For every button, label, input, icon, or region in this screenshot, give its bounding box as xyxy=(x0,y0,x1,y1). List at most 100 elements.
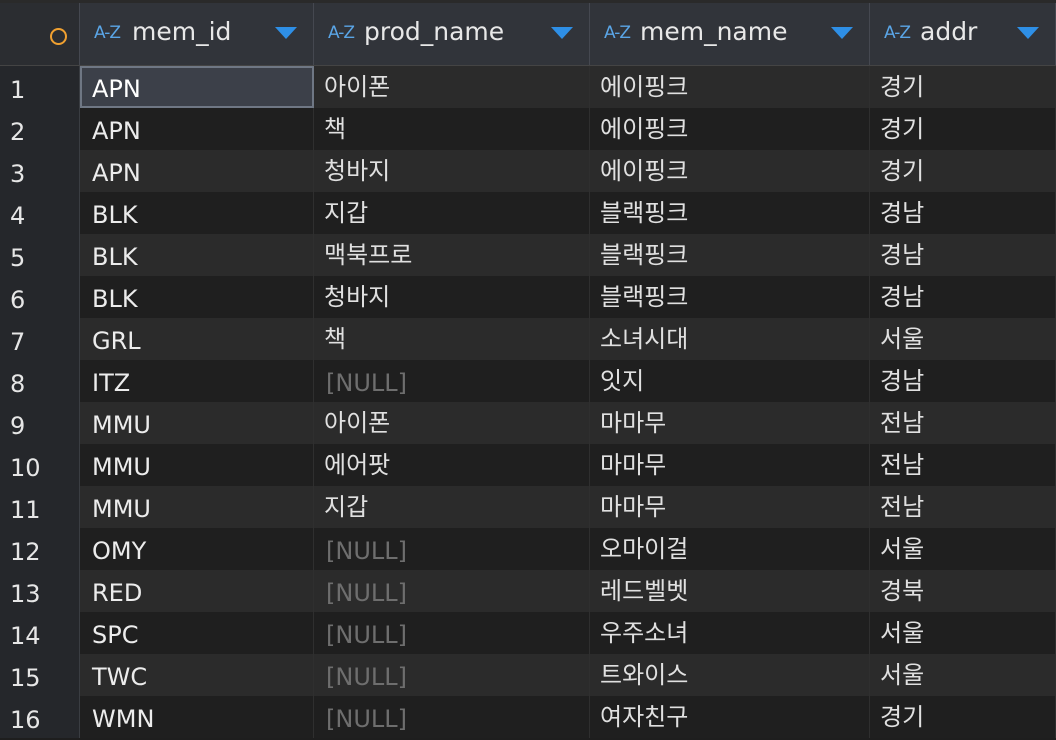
prod-name-cell[interactable]: [NULL] xyxy=(314,360,590,402)
mem-name-cell[interactable]: 오마이걸 xyxy=(590,528,870,570)
prod-name-cell[interactable]: 책 xyxy=(314,108,590,150)
row-number-cell[interactable]: 10 xyxy=(0,444,80,486)
prod-name-cell[interactable]: 아이폰 xyxy=(314,66,590,108)
addr-cell[interactable]: 경남 xyxy=(870,234,1056,276)
mem-name-cell[interactable]: 여자친구 xyxy=(590,696,870,738)
prod-name-cell[interactable]: 맥북프로 xyxy=(314,234,590,276)
addr-cell[interactable]: 경기 xyxy=(870,108,1056,150)
mem-name-cell[interactable]: 마마무 xyxy=(590,486,870,528)
addr-cell[interactable]: 경기 xyxy=(870,696,1056,738)
row-number-cell[interactable]: 14 xyxy=(0,612,80,654)
select-all-circle-icon[interactable] xyxy=(50,28,67,45)
row-number-cell[interactable]: 11 xyxy=(0,486,80,528)
mem-id-cell[interactable]: MMU xyxy=(80,444,314,486)
mem-name-cell[interactable]: 블랙핑크 xyxy=(590,276,870,318)
prod-name-cell[interactable]: 책 xyxy=(314,318,590,360)
mem-id-cell[interactable]: RED xyxy=(80,570,314,612)
mem-id-cell[interactable]: WMN xyxy=(80,696,314,738)
prod-name-cell[interactable]: [NULL] xyxy=(314,528,590,570)
addr-cell[interactable]: 경기 xyxy=(870,66,1056,108)
caret-down-icon[interactable] xyxy=(1017,27,1039,39)
table-row[interactable]: 16 WMN [NULL] 여자친구 경기 xyxy=(0,696,1056,738)
prod-name-cell[interactable]: 에어팟 xyxy=(314,444,590,486)
mem-id-cell[interactable]: MMU xyxy=(80,486,314,528)
prod-name-cell[interactable]: 지갑 xyxy=(314,486,590,528)
mem-id-cell[interactable]: APN xyxy=(80,66,314,108)
caret-down-icon[interactable] xyxy=(275,27,297,39)
row-number-cell[interactable]: 3 xyxy=(0,150,80,192)
addr-cell[interactable]: 경남 xyxy=(870,360,1056,402)
table-row[interactable]: 11 MMU 지갑 마마무 전남 xyxy=(0,486,1056,528)
mem-name-cell[interactable]: 에이핑크 xyxy=(590,150,870,192)
row-number-cell[interactable]: 5 xyxy=(0,234,80,276)
mem-id-cell[interactable]: APN xyxy=(80,150,314,192)
table-row[interactable]: 14 SPC [NULL] 우주소녀 서울 xyxy=(0,612,1056,654)
addr-cell[interactable]: 서울 xyxy=(870,654,1056,696)
select-all-header[interactable] xyxy=(0,3,80,65)
mem-id-cell[interactable]: OMY xyxy=(80,528,314,570)
caret-down-icon[interactable] xyxy=(831,27,853,39)
mem-name-cell[interactable]: 블랙핑크 xyxy=(590,192,870,234)
mem-id-cell[interactable]: BLK xyxy=(80,276,314,318)
addr-cell[interactable]: 서울 xyxy=(870,612,1056,654)
table-row[interactable]: 8 ITZ [NULL] 잇지 경남 xyxy=(0,360,1056,402)
table-row[interactable]: 7 GRL 책 소녀시대 서울 xyxy=(0,318,1056,360)
addr-cell[interactable]: 경기 xyxy=(870,150,1056,192)
row-number-cell[interactable]: 4 xyxy=(0,192,80,234)
mem-id-cell[interactable]: TWC xyxy=(80,654,314,696)
mem-id-cell[interactable]: SPC xyxy=(80,612,314,654)
addr-cell[interactable]: 경남 xyxy=(870,192,1056,234)
mem-id-cell[interactable]: BLK xyxy=(80,234,314,276)
row-number-cell[interactable]: 9 xyxy=(0,402,80,444)
mem-name-cell[interactable]: 마마무 xyxy=(590,402,870,444)
row-number-cell[interactable]: 13 xyxy=(0,570,80,612)
table-row[interactable]: 10 MMU 에어팟 마마무 전남 xyxy=(0,444,1056,486)
prod-name-cell[interactable]: 청바지 xyxy=(314,150,590,192)
prod-name-cell[interactable]: 지갑 xyxy=(314,192,590,234)
addr-cell[interactable]: 경남 xyxy=(870,276,1056,318)
column-header-mem-id[interactable]: A-Z mem_id xyxy=(80,3,314,65)
row-number-cell[interactable]: 6 xyxy=(0,276,80,318)
row-number-cell[interactable]: 8 xyxy=(0,360,80,402)
mem-name-cell[interactable]: 마마무 xyxy=(590,444,870,486)
mem-id-cell[interactable]: APN xyxy=(80,108,314,150)
addr-cell[interactable]: 경북 xyxy=(870,570,1056,612)
mem-id-cell[interactable]: MMU xyxy=(80,402,314,444)
mem-id-cell[interactable]: ITZ xyxy=(80,360,314,402)
table-row[interactable]: 13 RED [NULL] 레드벨벳 경북 xyxy=(0,570,1056,612)
prod-name-cell[interactable]: [NULL] xyxy=(314,612,590,654)
row-number-cell[interactable]: 1 xyxy=(0,66,80,108)
addr-cell[interactable]: 서울 xyxy=(870,528,1056,570)
row-number-cell[interactable]: 2 xyxy=(0,108,80,150)
prod-name-cell[interactable]: [NULL] xyxy=(314,654,590,696)
column-header-addr[interactable]: A-Z addr xyxy=(870,3,1056,65)
column-header-mem-name[interactable]: A-Z mem_name xyxy=(590,3,870,65)
caret-down-icon[interactable] xyxy=(551,27,573,39)
mem-name-cell[interactable]: 트와이스 xyxy=(590,654,870,696)
column-header-prod-name[interactable]: A-Z prod_name xyxy=(314,3,590,65)
prod-name-cell[interactable]: [NULL] xyxy=(314,570,590,612)
mem-name-cell[interactable]: 소녀시대 xyxy=(590,318,870,360)
row-number-cell[interactable]: 15 xyxy=(0,654,80,696)
table-row[interactable]: 2 APN 책 에이핑크 경기 xyxy=(0,108,1056,150)
table-row[interactable]: 12 OMY [NULL] 오마이걸 서울 xyxy=(0,528,1056,570)
mem-name-cell[interactable]: 에이핑크 xyxy=(590,108,870,150)
table-row[interactable]: 3 APN 청바지 에이핑크 경기 xyxy=(0,150,1056,192)
addr-cell[interactable]: 전남 xyxy=(870,402,1056,444)
prod-name-cell[interactable]: [NULL] xyxy=(314,696,590,738)
addr-cell[interactable]: 서울 xyxy=(870,318,1056,360)
mem-name-cell[interactable]: 레드벨벳 xyxy=(590,570,870,612)
mem-id-cell[interactable]: GRL xyxy=(80,318,314,360)
mem-name-cell[interactable]: 에이핑크 xyxy=(590,66,870,108)
table-row[interactable]: 5 BLK 맥북프로 블랙핑크 경남 xyxy=(0,234,1056,276)
row-number-cell[interactable]: 7 xyxy=(0,318,80,360)
addr-cell[interactable]: 전남 xyxy=(870,444,1056,486)
row-number-cell[interactable]: 16 xyxy=(0,696,80,738)
table-row[interactable]: 4 BLK 지갑 블랙핑크 경남 xyxy=(0,192,1056,234)
mem-id-cell[interactable]: BLK xyxy=(80,192,314,234)
mem-name-cell[interactable]: 블랙핑크 xyxy=(590,234,870,276)
row-number-cell[interactable]: 12 xyxy=(0,528,80,570)
table-row[interactable]: 9 MMU 아이폰 마마무 전남 xyxy=(0,402,1056,444)
prod-name-cell[interactable]: 청바지 xyxy=(314,276,590,318)
addr-cell[interactable]: 전남 xyxy=(870,486,1056,528)
